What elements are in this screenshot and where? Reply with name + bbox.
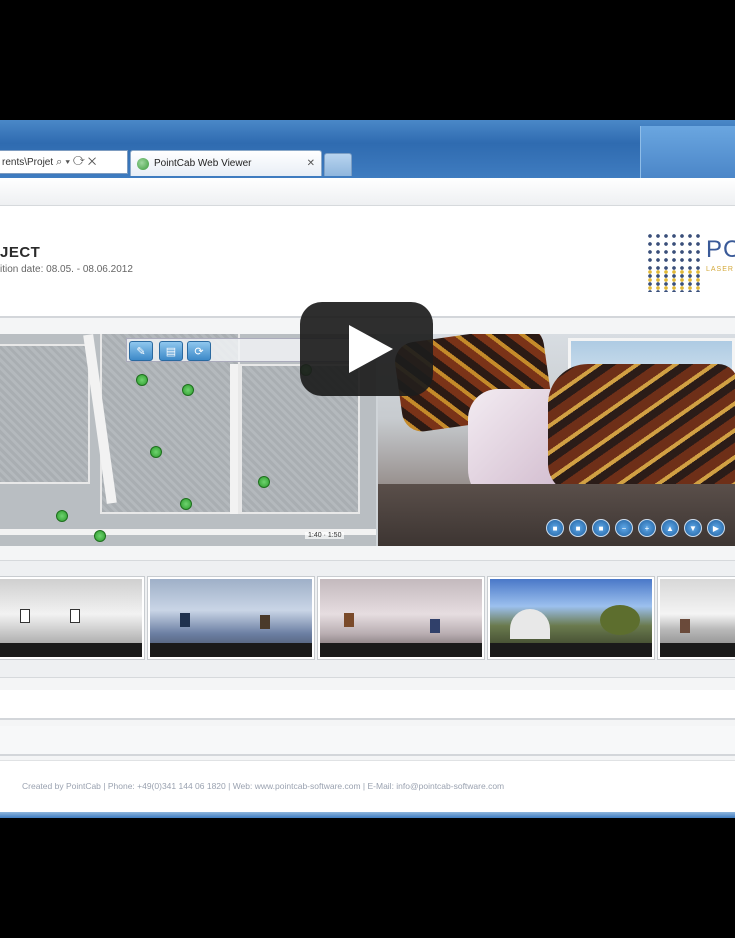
thumbnail-panorama[interactable] — [488, 577, 654, 659]
pano-plaid-cloth — [548, 364, 735, 494]
pano-down-icon[interactable]: ▼ — [684, 519, 702, 537]
browser-toolbar — [0, 178, 735, 206]
logo-gold-dots-icon — [646, 268, 702, 292]
thumbnail-panorama[interactable] — [658, 577, 735, 659]
content-band — [0, 690, 735, 720]
scan-position-marker[interactable] — [182, 384, 194, 396]
thumb-detail — [680, 619, 690, 633]
new-tab-button[interactable] — [324, 153, 352, 176]
scan-position-marker[interactable] — [180, 498, 192, 510]
tab-title: PointCab Web Viewer — [154, 158, 252, 169]
pano-plus-icon[interactable]: + — [638, 519, 656, 537]
thumbnail-bar — [150, 643, 312, 657]
thumb-detail — [180, 613, 190, 627]
pencil-icon[interactable]: ✎ — [129, 341, 153, 361]
play-icon — [348, 325, 393, 373]
thumb-detail — [510, 609, 550, 639]
pano-controls: ■ ■ ■ − + ▲ ▼ ▶ — [546, 518, 735, 538]
pano-zoom-in-icon[interactable]: ■ — [546, 519, 564, 537]
thumbnail-panorama[interactable] — [0, 577, 144, 659]
scan-position-marker[interactable] — [136, 374, 148, 386]
favicon-icon — [137, 157, 149, 170]
project-date: ition date: 08.05. - 08.06.2012 — [0, 264, 133, 275]
page-footer: Created by PointCab | Phone: +49(0)341 1… — [0, 760, 735, 818]
thumbnail-bar — [490, 643, 652, 657]
thumb-detail — [430, 619, 440, 633]
refresh-icon[interactable]: ⟳ — [187, 341, 211, 361]
map-wall — [230, 364, 238, 514]
address-text: rents\Projet — [2, 156, 54, 168]
video-letterbox-top — [0, 0, 735, 120]
video-letterbox-bottom — [0, 818, 735, 938]
logo-subtext: LASER — [706, 266, 734, 273]
page-title: JECT — [0, 244, 41, 261]
pointcab-logo: PC LASER — [646, 232, 735, 292]
window-controls-area — [640, 126, 735, 178]
pano-minus-icon[interactable]: − — [615, 519, 633, 537]
thumbnail-bar — [0, 643, 142, 657]
scan-position-marker[interactable] — [94, 530, 106, 542]
content-band — [0, 726, 735, 756]
thumb-detail — [20, 609, 30, 623]
address-bar[interactable]: rents\Projet ⌕ ▾ ⟳ ✕ — [0, 150, 128, 174]
video-play-button[interactable] — [300, 302, 433, 396]
map-scale-label: 1:40 · 1:50 — [305, 532, 345, 539]
thumbnail-strip — [0, 560, 735, 678]
thumbnail-panorama[interactable] — [318, 577, 484, 659]
tab-pointcab-web-viewer[interactable]: PointCab Web Viewer ✕ — [130, 150, 322, 176]
pano-left-icon[interactable]: ■ — [592, 519, 610, 537]
thumb-detail — [344, 613, 354, 627]
scan-position-marker[interactable] — [150, 446, 162, 458]
pano-up-icon[interactable]: ▲ — [661, 519, 679, 537]
thumb-detail — [70, 609, 80, 623]
thumbnail-bar — [320, 643, 482, 657]
layers-icon[interactable]: ▤ — [159, 341, 183, 361]
footer-text: Created by PointCab | Phone: +49(0)341 1… — [22, 781, 505, 791]
address-actions-icon[interactable]: ⌕ ▾ ⟳ ✕ — [56, 156, 96, 169]
browser-window: rents\Projet ⌕ ▾ ⟳ ✕ PointCab Web Viewer… — [0, 120, 735, 818]
scan-position-marker[interactable] — [56, 510, 68, 522]
logo-text: PC — [706, 236, 735, 263]
tab-close-icon[interactable]: ✕ — [307, 158, 315, 169]
scan-position-marker[interactable] — [258, 476, 270, 488]
browser-chrome: rents\Projet ⌕ ▾ ⟳ ✕ PointCab Web Viewer… — [0, 120, 735, 178]
map-room — [0, 344, 90, 484]
pano-right-icon[interactable]: ▶ — [707, 519, 725, 537]
thumb-detail — [260, 615, 270, 629]
thumb-detail — [600, 605, 640, 635]
pano-zoom-out-icon[interactable]: ■ — [569, 519, 587, 537]
thumbnail-panorama[interactable] — [148, 577, 314, 659]
thumbnail-bar — [660, 643, 735, 657]
